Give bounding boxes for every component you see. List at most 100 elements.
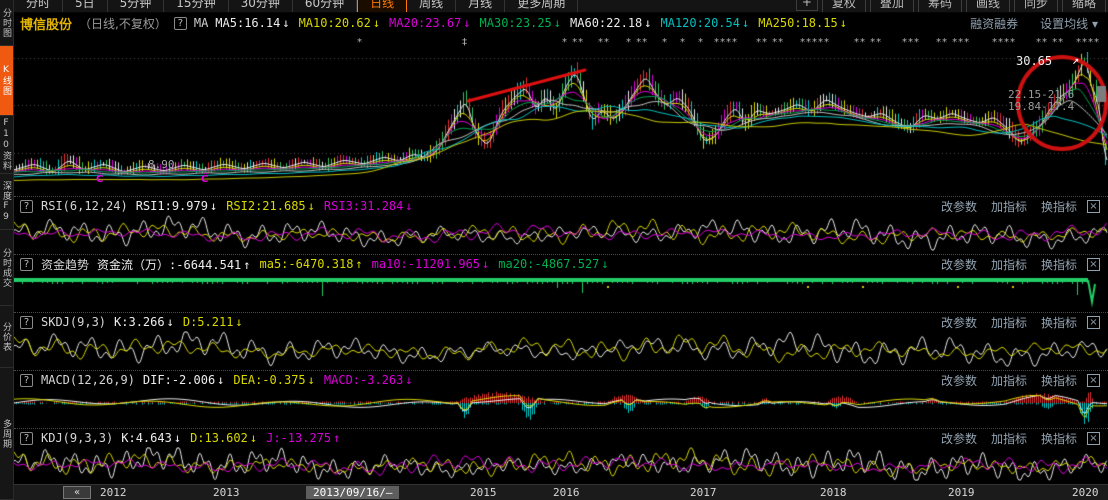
- panel-action-button[interactable]: 换指标: [1041, 314, 1077, 331]
- ma-value: MA5:16.14↓: [215, 16, 289, 30]
- panel-action-button[interactable]: 换指标: [1041, 198, 1077, 215]
- sidebar-item-tick-trades[interactable]: 分时成交: [0, 230, 13, 306]
- peak-arrow-icon: ↗: [1072, 53, 1079, 67]
- close-icon[interactable]: ×: [1087, 200, 1100, 213]
- indicator-name[interactable]: RSI(6,12,24): [41, 199, 128, 213]
- margin-trading-link[interactable]: 融资融券: [970, 15, 1018, 32]
- period-tabs: 分时5日5分钟15分钟30分钟60分钟日线周线月线更多周期: [14, 0, 578, 13]
- event-marker-icon: *: [680, 37, 686, 48]
- help-icon[interactable]: ?: [20, 316, 33, 329]
- range-low-annotation: 19.84-17.4: [1008, 100, 1074, 113]
- period-tab[interactable]: 30分钟: [229, 0, 293, 13]
- kline-canvas[interactable]: [14, 52, 1108, 196]
- trend-arrow-icon: ↓: [250, 431, 257, 445]
- timeline-label[interactable]: 2018: [820, 486, 847, 499]
- panel-action-button[interactable]: 加指标: [991, 314, 1027, 331]
- indicator-value: K:3.266↓: [114, 315, 174, 329]
- timeline-label[interactable]: 2020: [1072, 486, 1099, 499]
- toolbar-button[interactable]: 同步: [1014, 0, 1058, 13]
- close-icon[interactable]: ×: [1087, 258, 1100, 271]
- ma-value: MA10:20.62↓: [299, 16, 380, 30]
- close-icon[interactable]: ×: [1087, 432, 1100, 445]
- panel-actions: 改参数加指标换指标: [941, 372, 1077, 389]
- panel-action-button[interactable]: 改参数: [941, 372, 977, 389]
- toolbar-button-list: 复权叠加筹码画线同步缩略: [822, 0, 1106, 13]
- macd-canvas[interactable]: [14, 389, 1108, 425]
- rsi-canvas[interactable]: [14, 215, 1108, 251]
- panel-action-button[interactable]: 改参数: [941, 198, 977, 215]
- panel-action-button[interactable]: 改参数: [941, 430, 977, 447]
- panel-action-button[interactable]: 换指标: [1041, 430, 1077, 447]
- timeline-label[interactable]: 2013/09/16/—: [306, 486, 399, 499]
- event-marker-icon: * **: [562, 37, 584, 48]
- plus-icon[interactable]: +: [796, 0, 818, 11]
- period-tab[interactable]: 5分钟: [108, 0, 165, 13]
- close-icon[interactable]: ×: [1087, 374, 1100, 387]
- kdj-canvas[interactable]: [14, 447, 1108, 481]
- panel-action-button[interactable]: 改参数: [941, 314, 977, 331]
- panel-action-button[interactable]: 改参数: [941, 256, 977, 273]
- panel-actions: 改参数加指标换指标: [941, 198, 1077, 215]
- toolbar-button[interactable]: 缩略: [1062, 0, 1106, 13]
- indicator-value: J:-13.275↑: [266, 431, 340, 445]
- panel-action-button[interactable]: 加指标: [991, 198, 1027, 215]
- event-marker-icon: *****: [800, 37, 830, 48]
- period-tab[interactable]: 周线: [407, 0, 456, 13]
- help-icon[interactable]: ?: [20, 200, 33, 213]
- panel-action-button[interactable]: 换指标: [1041, 256, 1077, 273]
- indicator-value: DIF:-2.006↓: [143, 373, 224, 387]
- period-tab[interactable]: 更多周期: [505, 0, 578, 13]
- sidebar-item-price-table[interactable]: 分价表: [0, 306, 13, 368]
- toolbar-button[interactable]: 复权: [822, 0, 866, 13]
- trend-arrow-icon: ↓: [405, 199, 412, 213]
- skdj-canvas[interactable]: [14, 331, 1108, 367]
- help-icon[interactable]: ?: [20, 432, 33, 445]
- panel-action-button[interactable]: 换指标: [1041, 372, 1077, 389]
- indicator-name[interactable]: 资金趋势: [41, 256, 89, 273]
- period-tab[interactable]: 60分钟: [293, 0, 357, 13]
- fund-trend-canvas[interactable]: [14, 273, 1108, 309]
- timeline-label[interactable]: 2012: [100, 486, 127, 499]
- period-tab[interactable]: 5日: [63, 0, 108, 13]
- trend-arrow-icon: ↑: [243, 258, 250, 272]
- trend-arrow-icon: ↑: [355, 257, 362, 271]
- sidebar-item-kline-chart[interactable]: K线图: [0, 46, 13, 116]
- toolbar-buttons: + 复权叠加筹码画线同步缩略: [796, 0, 1106, 13]
- period-tab[interactable]: 日线: [357, 0, 407, 13]
- close-icon[interactable]: ×: [1087, 316, 1100, 329]
- panel-action-button[interactable]: 加指标: [991, 430, 1027, 447]
- period-tab[interactable]: 月线: [456, 0, 505, 13]
- toolbar-button[interactable]: 画线: [966, 0, 1010, 13]
- event-marker-icon: * **: [626, 37, 648, 48]
- panel-action-button[interactable]: 加指标: [991, 256, 1027, 273]
- sidebar-item-f10-info[interactable]: F10资料: [0, 116, 13, 174]
- indicator-values: K:3.266↓ D:5.211↓: [114, 315, 243, 329]
- timeline-label[interactable]: 2019: [948, 486, 975, 499]
- help-icon[interactable]: ?: [174, 17, 187, 30]
- indicator-value: D:5.211↓: [183, 315, 243, 329]
- toolbar-button[interactable]: 叠加: [870, 0, 914, 13]
- indicator-name[interactable]: SKDJ(9,3): [41, 315, 106, 329]
- scroll-left-button[interactable]: «: [63, 486, 91, 499]
- toolbar-button[interactable]: 筹码: [918, 0, 962, 13]
- indicator-value: ma20:-4867.527↓: [498, 257, 608, 271]
- panel-action-button[interactable]: 加指标: [991, 372, 1027, 389]
- help-icon[interactable]: ?: [20, 374, 33, 387]
- ma-settings-link[interactable]: 设置均线 ▾: [1040, 15, 1098, 32]
- indicator-values: DIF:-2.006↓DEA:-0.375↓MACD:-3.263↓: [143, 373, 413, 387]
- sidebar-item-multi-period[interactable]: 多周期: [0, 368, 13, 500]
- sidebar-item-depth-f9[interactable]: 深度F9: [0, 174, 13, 230]
- period-tab[interactable]: 分时: [14, 0, 63, 13]
- timeline-label[interactable]: 2017: [690, 486, 717, 499]
- help-icon[interactable]: ?: [20, 258, 33, 271]
- sidebar-item-timeshare-chart[interactable]: 分时图: [0, 0, 13, 46]
- period-tab[interactable]: 15分钟: [164, 0, 228, 13]
- indicator-name[interactable]: KDJ(9,3,3): [41, 431, 113, 445]
- indicator-value: RSI3:31.284↓: [324, 199, 413, 213]
- timeline-label[interactable]: 2013: [213, 486, 240, 499]
- indicator-name[interactable]: MACD(12,26,9): [41, 373, 135, 387]
- timeline-label[interactable]: 2015: [470, 486, 497, 499]
- trend-arrow-icon: ↓: [554, 16, 561, 30]
- indicator-values: K:4.643↓D:13.602↓J:-13.275↑: [121, 431, 340, 445]
- timeline-label[interactable]: 2016: [553, 486, 580, 499]
